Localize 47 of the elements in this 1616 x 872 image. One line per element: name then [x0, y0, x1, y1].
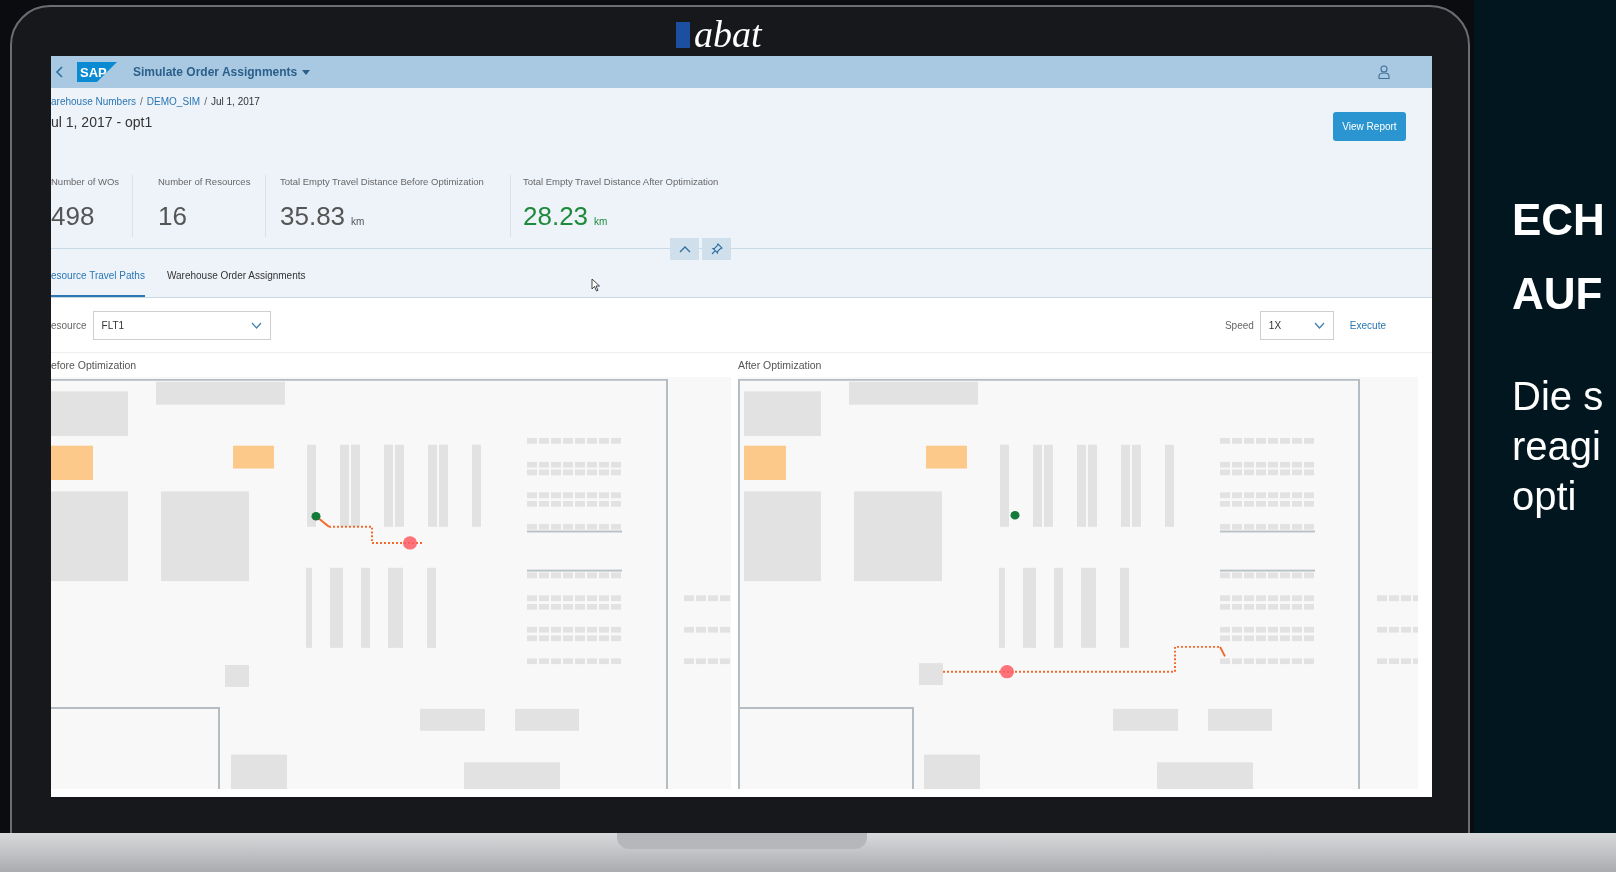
slide-body-text: Die s reagi opti [1512, 373, 1605, 520]
pin-header-button[interactable] [702, 238, 731, 260]
kpi-unit: km [351, 215, 365, 230]
brand-logo: abat [694, 14, 762, 54]
resource-select[interactable]: FLT1 [92, 310, 271, 340]
breadcrumb-link[interactable]: DEMO_SIM [146, 94, 201, 109]
start-marker [1010, 511, 1020, 520]
kpi-label: Total Empty Travel Distance After Optimization [523, 175, 720, 189]
kpi-label: Total Empty Travel Distance Before Optimization [280, 175, 485, 189]
kpi-label: Number of Resources [158, 175, 252, 189]
sap-logo: SAP [77, 62, 117, 82]
breadcrumb-separator: / [204, 95, 207, 109]
map-title: After Optimization [738, 358, 823, 373]
logo-square [676, 22, 690, 48]
collapse-header-button[interactable] [670, 238, 699, 260]
kpi-value: 498 [51, 203, 95, 230]
kpi-value: 28.23 [523, 203, 589, 230]
tab[interactable]: Warehouse Order Assignments [166, 264, 306, 297]
kpi-value: 16 [158, 203, 187, 230]
kpi-value: 35.83 [280, 203, 346, 230]
slide-heading: AUF [1512, 269, 1604, 319]
pin-icon [710, 243, 723, 255]
chevron-down-icon [250, 321, 262, 329]
resource-marker [1000, 665, 1014, 679]
tab[interactable]: esource Travel Paths [51, 264, 145, 297]
kpi-label: Number of WOs [51, 175, 121, 189]
page-title: ul 1, 2017 - opt1 [51, 113, 154, 132]
slide-heading: ECH [1512, 195, 1606, 245]
app-title-menu[interactable]: Simulate Order Assignments [133, 63, 311, 81]
chevron-up-icon [678, 245, 691, 253]
speed-select[interactable]: 1X [1259, 310, 1334, 340]
start-marker [311, 511, 321, 521]
mouse-cursor-icon [591, 278, 601, 292]
breadcrumb-separator: / [140, 95, 143, 109]
speed-label: Speed [1224, 318, 1254, 333]
execute-link[interactable]: Execute [1349, 317, 1386, 333]
caret-icon [302, 69, 311, 75]
back-icon[interactable] [55, 65, 65, 79]
resource-label: esource [51, 318, 87, 333]
breadcrumb-link[interactable]: arehouse Numbers [51, 94, 137, 109]
view-report-button[interactable]: View Report [1333, 112, 1406, 141]
kpi-unit: km [594, 215, 608, 230]
breadcrumb-current: Jul 1, 2017 [210, 95, 260, 109]
user-icon[interactable] [1378, 65, 1390, 79]
chevron-down-icon [1313, 321, 1325, 329]
resource-marker [403, 536, 417, 550]
map-title: efore Optimization [51, 358, 138, 373]
